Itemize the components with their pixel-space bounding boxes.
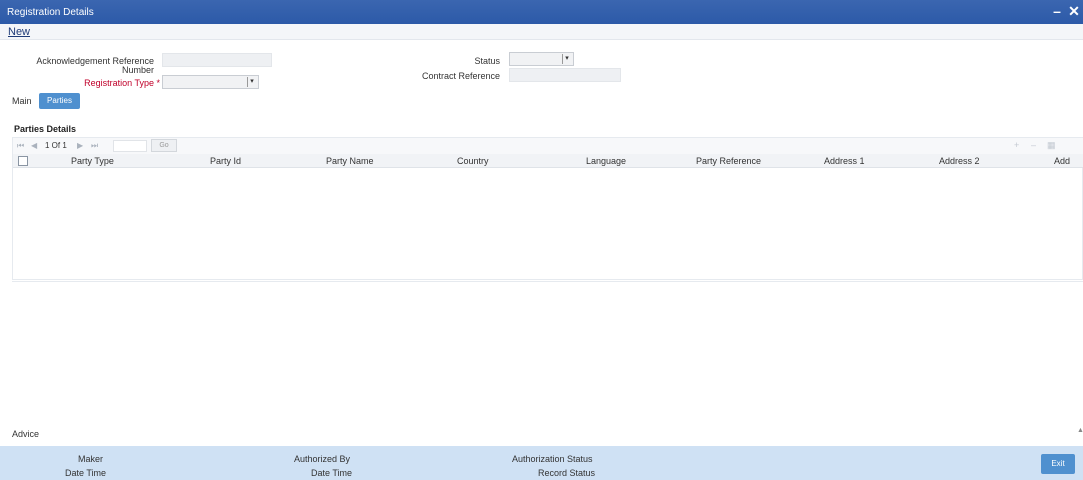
page-indicator: 1 Of 1 bbox=[45, 141, 67, 150]
add-row-icon[interactable]: + bbox=[1014, 140, 1019, 150]
column-party-id[interactable]: Party Id bbox=[210, 156, 241, 166]
status-select[interactable]: ▾ bbox=[509, 52, 574, 66]
advice-link[interactable]: Advice bbox=[12, 429, 39, 439]
go-button[interactable]: Go bbox=[151, 139, 177, 152]
record-status-label: Record Status bbox=[538, 468, 596, 478]
column-party-name[interactable]: Party Name bbox=[326, 156, 374, 166]
close-icon[interactable]: ✕ bbox=[1068, 3, 1080, 19]
select-all-checkbox[interactable] bbox=[18, 156, 28, 166]
authorized-datetime-label: Date Time bbox=[311, 468, 353, 478]
page-number-input[interactable] bbox=[113, 140, 147, 152]
tab-main[interactable]: Main bbox=[12, 96, 32, 106]
chevron-down-icon: ▾ bbox=[247, 77, 256, 87]
toolbar: New bbox=[0, 24, 1083, 40]
column-address-2[interactable]: Address 2 bbox=[939, 156, 980, 166]
maker-label: Maker bbox=[78, 454, 104, 464]
chevron-down-icon: ▾ bbox=[562, 54, 571, 64]
column-language[interactable]: Language bbox=[586, 156, 626, 166]
first-page-icon[interactable]: ⏮ bbox=[17, 141, 24, 151]
next-page-icon[interactable]: ▶ bbox=[77, 141, 83, 150]
new-link[interactable]: New bbox=[8, 26, 30, 38]
chevron-up-icon[interactable]: ▲ bbox=[1077, 427, 1083, 434]
parties-details-title: Parties Details bbox=[14, 124, 77, 134]
delete-row-icon[interactable]: – bbox=[1031, 140, 1036, 150]
grid-divider bbox=[12, 281, 1083, 282]
column-address-3[interactable]: Add bbox=[1054, 156, 1070, 166]
registration-details-window: Registration Details – ✕ New Acknowledge… bbox=[0, 0, 1083, 480]
registration-type-select[interactable]: ▾ bbox=[162, 75, 259, 89]
registration-type-label: Registration Type * bbox=[84, 78, 160, 88]
column-address-1[interactable]: Address 1 bbox=[824, 156, 865, 166]
minimize-icon[interactable]: – bbox=[1051, 3, 1063, 19]
authorized-by-label: Authorized By bbox=[294, 454, 351, 464]
status-label: Status bbox=[474, 56, 500, 66]
maker-datetime-label: Date Time bbox=[65, 468, 107, 478]
contract-reference-label: Contract Reference bbox=[421, 71, 500, 81]
column-country[interactable]: Country bbox=[457, 156, 489, 166]
column-party-type[interactable]: Party Type bbox=[71, 156, 114, 166]
single-view-icon[interactable]: ▦ bbox=[1047, 140, 1056, 151]
prev-page-icon[interactable]: ◀ bbox=[31, 141, 37, 150]
last-page-icon[interactable]: ⏭ bbox=[91, 141, 98, 151]
exit-button[interactable]: Exit bbox=[1041, 454, 1075, 474]
title-bar: Registration Details – ✕ bbox=[0, 0, 1083, 24]
contract-reference-field[interactable] bbox=[509, 68, 621, 82]
parties-grid: ⏮ ◀ 1 Of 1 ▶ ⏭ Go + – ▦ Party Type Party… bbox=[12, 137, 1083, 280]
authorization-status-label: Authorization Status bbox=[512, 454, 593, 464]
window-title: Registration Details bbox=[7, 7, 94, 18]
column-party-reference[interactable]: Party Reference bbox=[696, 156, 761, 166]
ack-ref-field[interactable] bbox=[162, 53, 272, 67]
ack-ref-label-line2: Number bbox=[121, 65, 154, 75]
grid-pager: ⏮ ◀ 1 Of 1 ▶ ⏭ Go + – ▦ bbox=[13, 138, 1083, 154]
audit-footer: Maker Date Time Authorized By Date Time … bbox=[0, 446, 1083, 480]
tab-parties[interactable]: Parties bbox=[39, 93, 80, 109]
grid-header-row: Party Type Party Id Party Name Country L… bbox=[13, 154, 1083, 168]
